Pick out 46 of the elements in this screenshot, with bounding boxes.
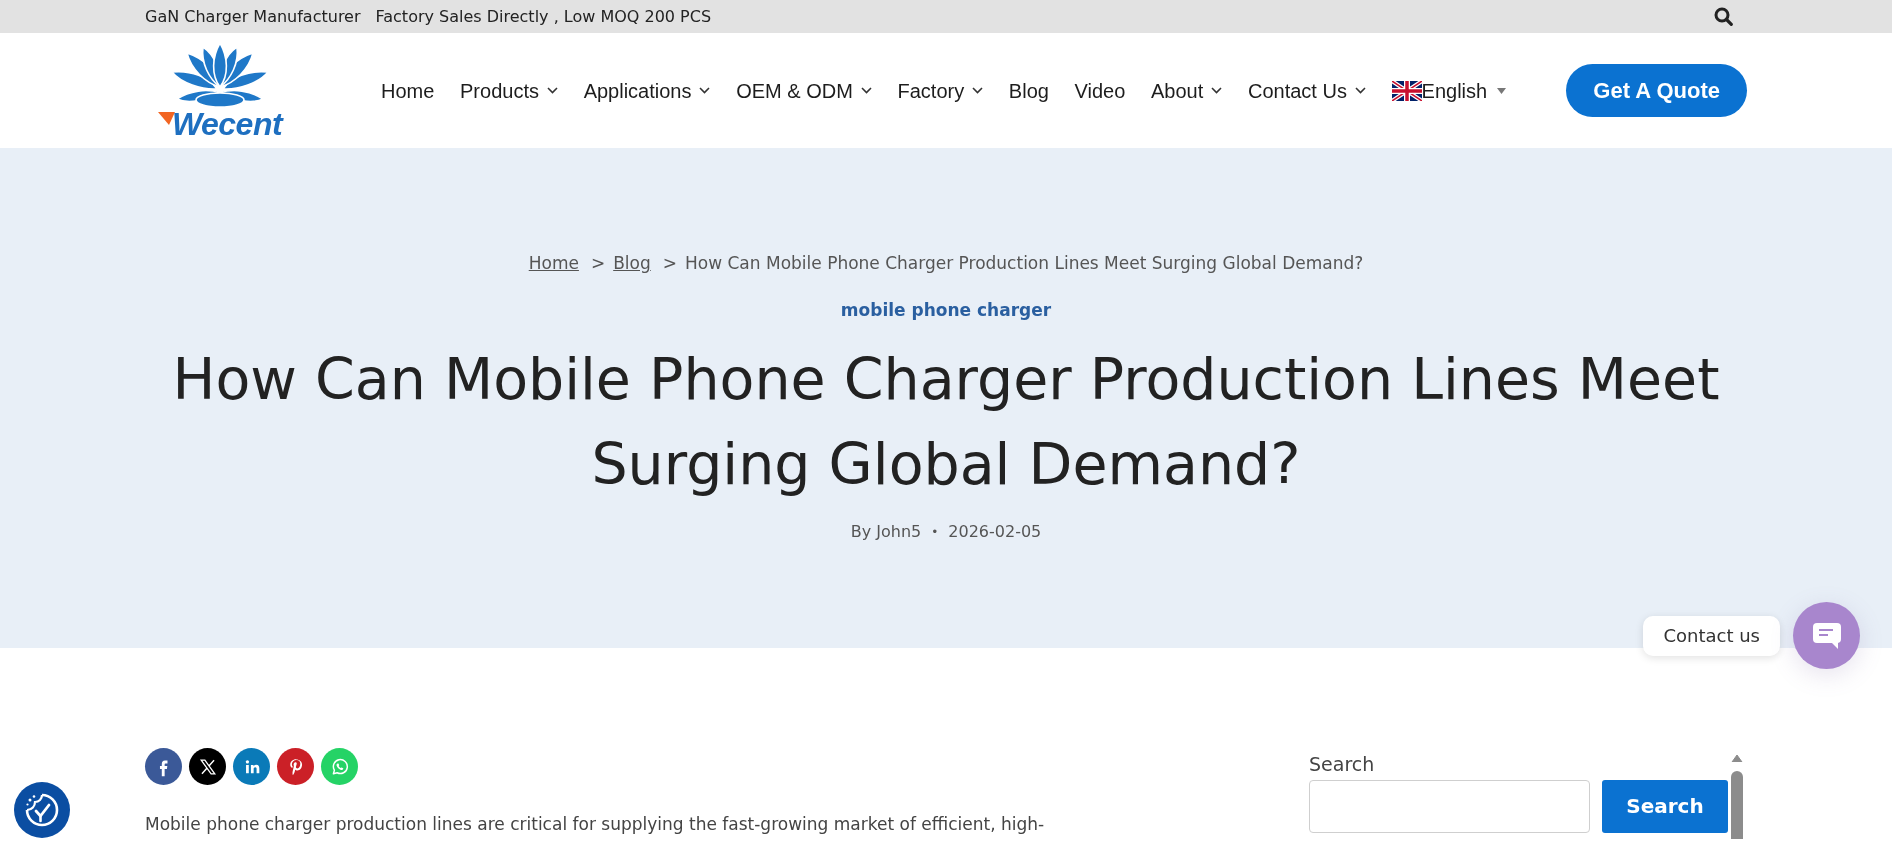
language-selector[interactable]: English	[1391, 77, 1507, 104]
chevron-down-icon	[972, 87, 984, 94]
breadcrumb-link[interactable]: Blog	[613, 251, 651, 275]
top-bar-text: Factory Sales Directly , Low MOQ 200 PCS	[375, 6, 712, 27]
search-button[interactable]: Search	[1602, 780, 1728, 833]
breadcrumb-current: How Can Mobile Phone Charger Production Lines Meet Surging Global Demand?	[685, 252, 1364, 275]
caret-down-icon	[1497, 87, 1507, 94]
nav-link[interactable]: OEM & ODM	[736, 77, 872, 104]
author-text: By John5	[850, 521, 922, 543]
share-button[interactable]	[189, 748, 226, 785]
logo-wordmark[interactable]: Wecent	[171, 108, 283, 140]
nav-link[interactable]: Factory	[897, 77, 984, 104]
post-title: How Can Mobile Phone Charger Production Lines Meet Surging Global Demand?	[171, 345, 1721, 499]
nav-link[interactable]: Applications	[583, 77, 711, 104]
cookie-settings-button[interactable]	[14, 782, 70, 838]
article-paragraph: Mobile phone charger production lines are critical for supplying the fast-growing market of efficient, high-	[145, 813, 1046, 836]
scroll-up-arrow-icon[interactable]	[1731, 754, 1743, 762]
triangle-icon	[157, 112, 175, 125]
chevron-down-icon	[1211, 87, 1223, 94]
nav-link[interactable]: Blog	[1008, 77, 1049, 104]
chevron-down-icon	[860, 87, 872, 94]
chevron-down-icon	[1354, 87, 1366, 94]
chevron-down-icon	[546, 87, 558, 94]
nav-link[interactable]: Home	[381, 77, 435, 104]
breadcrumb-separator: >	[662, 252, 677, 275]
search-field[interactable]	[1309, 780, 1590, 833]
cookie-check-icon	[24, 792, 60, 828]
chat-bubble-icon	[1811, 621, 1842, 650]
top-bar-text: GaN Charger Manufacturer	[145, 6, 361, 27]
breadcrumb-separator: >	[590, 252, 606, 275]
get-quote-button[interactable]: Get A Quote	[1566, 64, 1747, 117]
nav-link[interactable]: About	[1151, 77, 1223, 104]
nav-link[interactable]: Video	[1074, 77, 1126, 104]
share-button[interactable]	[145, 748, 182, 785]
search-label: Search	[1309, 752, 1375, 776]
contact-us-label[interactable]: Contact us	[1643, 615, 1780, 656]
nav-link[interactable]: Products	[460, 77, 558, 104]
category-link[interactable]: mobile phone charger	[840, 297, 1052, 323]
chevron-down-icon	[699, 87, 711, 94]
breadcrumb-link[interactable]: Home	[528, 251, 579, 275]
date-text: 2026-02-05	[948, 521, 1042, 543]
uk-flag-icon	[1391, 80, 1422, 101]
scrollbar-thumb[interactable]	[1731, 771, 1743, 839]
nav-link[interactable]: Contact Us	[1247, 77, 1366, 104]
search-icon[interactable]	[1714, 7, 1733, 26]
meta-separator: •	[931, 524, 939, 541]
